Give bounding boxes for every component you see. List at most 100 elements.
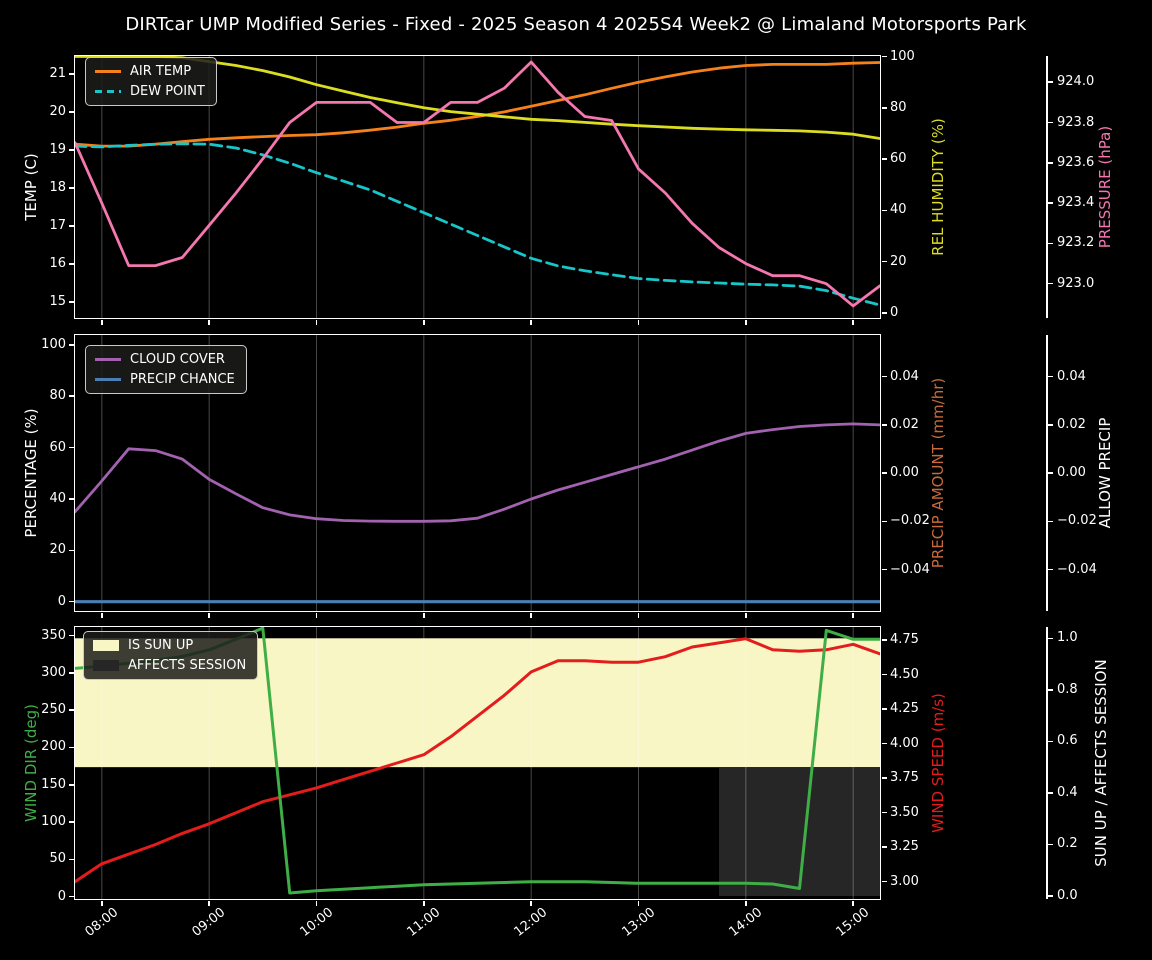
x-tick-mark [101, 900, 103, 906]
legend-label: AIR TEMP [130, 64, 192, 79]
y-tick-label: 0.0 [1057, 888, 1078, 903]
y-tick-mark [68, 111, 74, 113]
y-tick-mark [1047, 424, 1053, 426]
y-tick-label: 0 [57, 593, 66, 609]
y-tick-mark [881, 209, 887, 212]
y-tick-label: 100 [890, 48, 915, 64]
y-tick-mark [68, 709, 74, 711]
y-tick-mark [881, 107, 887, 109]
y-tick-mark [1047, 375, 1053, 378]
x-tick-mark [315, 612, 318, 618]
secondary-spine-panel-3 [1046, 627, 1048, 899]
y-tick-label: 350 [41, 627, 66, 643]
legend-item: CLOUD COVER [95, 352, 235, 367]
legend-item: IS SUN UP [93, 638, 246, 653]
y-tick-mark [68, 895, 74, 898]
y-tick-mark [881, 568, 887, 571]
y-tick-label: 924.0 [1057, 74, 1095, 90]
x-tick-label: 08:00 [82, 905, 122, 940]
y-tick-mark [68, 746, 74, 749]
legend-label: IS SUN UP [128, 638, 194, 653]
y-tick-label: 200 [41, 739, 66, 755]
y-tick-label: 150 [41, 776, 66, 792]
y-tick-mark [1047, 162, 1053, 164]
y-tick-mark [68, 263, 74, 265]
y-tick-label: 20 [49, 103, 66, 119]
y-tick-label: 4.50 [890, 666, 919, 682]
y-tick-mark [1047, 202, 1053, 204]
y-tick-label: 100 [41, 336, 66, 352]
y-tick-mark [68, 821, 74, 823]
y-tick-label: 60 [890, 151, 907, 167]
legend-line-chip [95, 378, 121, 381]
y-tick-label: 923.8 [1057, 114, 1095, 130]
y-tick-label: 923.2 [1057, 235, 1095, 251]
x-tick-mark [101, 319, 103, 325]
x-tick-mark [315, 319, 318, 325]
y-tick-mark [881, 846, 887, 848]
y-tick-mark [1047, 121, 1053, 124]
y-tick-label: −0.02 [890, 513, 930, 529]
y-axis-label-wind-dir: WIND DIR (deg) [22, 704, 40, 822]
y-tick-mark [1047, 81, 1053, 83]
y-tick-label: −0.04 [1057, 561, 1097, 577]
y-tick-label: 923.0 [1057, 275, 1095, 291]
y-tick-mark [881, 880, 887, 883]
legend-item: DEW POINT [95, 84, 205, 99]
x-tick-mark [315, 900, 318, 906]
legend-label: DEW POINT [130, 84, 205, 99]
y-tick-mark [68, 672, 74, 674]
x-tick-mark [208, 612, 210, 618]
y-tick-mark [68, 549, 74, 552]
y-tick-mark [1047, 895, 1053, 897]
y-tick-mark [1047, 792, 1053, 794]
legend-item: AIR TEMP [95, 64, 205, 79]
y-tick-label: 21 [49, 65, 66, 81]
legend-line-chip [95, 358, 121, 361]
x-tick-label: 12:00 [511, 905, 551, 940]
y-tick-mark [68, 301, 74, 303]
y-tick-label: 4.25 [890, 701, 919, 717]
y-tick-label: 0.04 [890, 368, 919, 384]
y-axis-label-precip-amount: PRECIP AMOUNT (mm/hr) [929, 377, 947, 569]
y-tick-label: −0.02 [1057, 513, 1097, 529]
weather-forecast-figure: DIRTcar UMP Modified Series - Fixed - 20… [0, 0, 1152, 960]
y-tick-label: 20 [890, 253, 907, 269]
y-tick-label: 0 [890, 304, 899, 320]
legend-patch-chip [93, 660, 119, 671]
cloud-cover-line [74, 422, 880, 523]
x-tick-mark [852, 900, 854, 906]
y-tick-label: 0 [57, 888, 66, 904]
x-tick-mark [530, 319, 532, 325]
y-tick-label: 0.4 [1057, 784, 1078, 800]
y-tick-label: 3.75 [890, 770, 919, 786]
y-tick-mark [1047, 568, 1053, 571]
x-tick-mark [208, 900, 210, 906]
x-tick-mark [208, 319, 210, 325]
x-tick-mark [530, 900, 532, 906]
y-tick-label: 80 [890, 99, 907, 115]
y-tick-mark [881, 375, 887, 378]
y-tick-label: 0.04 [1057, 368, 1086, 384]
y-tick-mark [881, 742, 887, 745]
y-tick-mark [881, 55, 887, 58]
y-tick-mark [1047, 689, 1053, 691]
y-tick-mark [881, 708, 887, 710]
x-tick-mark [637, 900, 640, 906]
x-tick-label: 14:00 [726, 905, 766, 940]
legend-dashed-chip [95, 90, 121, 93]
x-tick-mark [101, 612, 103, 618]
legend-panel-3: IS SUN UP AFFECTS SESSION [83, 631, 259, 680]
y-tick-label: 16 [49, 256, 66, 271]
legend-patch-chip [93, 640, 119, 651]
legend-panel-2: CLOUD COVER PRECIP CHANCE [85, 345, 247, 394]
x-tick-mark [423, 319, 425, 325]
y-tick-mark [881, 520, 887, 523]
y-tick-mark [1047, 520, 1053, 523]
y-tick-label: 17 [49, 217, 66, 233]
y-tick-mark [1047, 843, 1053, 846]
legend-line-chip [95, 70, 121, 73]
y-tick-label: 0.8 [1057, 681, 1078, 697]
y-tick-label: 0.00 [890, 465, 919, 481]
y-tick-label: −0.04 [890, 561, 930, 577]
